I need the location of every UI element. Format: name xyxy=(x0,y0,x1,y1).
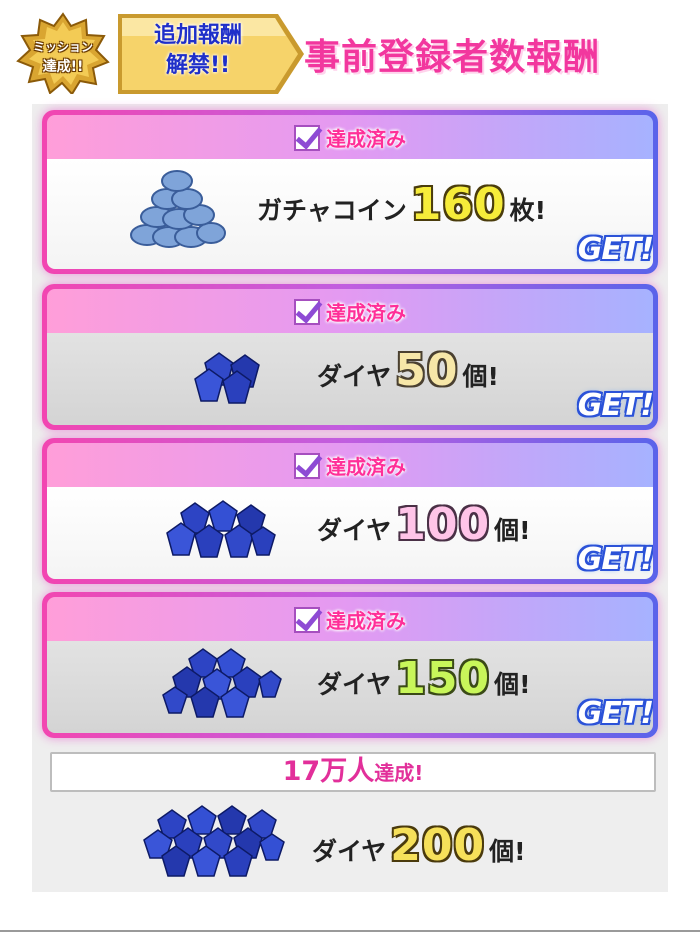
reward-item-name: ガチャコイン xyxy=(257,196,407,225)
reward-panel-diamond-100: 達成済み ダイヤ100 個! GET! xyxy=(42,438,658,584)
reward-amount: 160 xyxy=(410,179,506,230)
status-achieved: 達成済み xyxy=(47,605,653,634)
diamond-small-icon xyxy=(194,352,260,404)
status-achieved: 達成済み xyxy=(47,123,653,152)
status-achieved: 達成済み xyxy=(47,297,653,326)
reward-unit: 枚! xyxy=(509,196,547,225)
diamond-large-icon xyxy=(162,648,282,718)
get-badge: GET! xyxy=(577,542,653,577)
bonus-unlock-banner: 追加報酬 解禁!! xyxy=(118,14,306,94)
unlock-banner-line2: 解禁!! xyxy=(165,53,231,78)
get-badge: GET! xyxy=(577,232,653,267)
reward-unit: 個! xyxy=(489,837,526,866)
milestone-header: 17万人達成! xyxy=(50,752,656,792)
reward-unit: 個! xyxy=(494,516,531,545)
coin-stack-icon xyxy=(130,170,226,248)
divider xyxy=(0,930,700,932)
reward-list: 達成済み ガチャコイン160 枚! GET! 達成済み ダイヤ50 個! GET… xyxy=(32,104,668,892)
checkbox-checked-icon xyxy=(294,125,320,151)
reward-amount: 150 xyxy=(395,653,491,704)
reward-amount: 50 xyxy=(395,345,459,396)
header: ミッション 達成!! 追加報酬 解禁!! 事前登録者数報酬 xyxy=(0,0,700,104)
checkbox-checked-icon xyxy=(294,453,320,479)
reward-panel-diamond-50: 達成済み ダイヤ50 個! GET! xyxy=(42,284,658,430)
reward-text: ガチャコイン160 枚! xyxy=(257,179,546,230)
reward-panel-coins: 達成済み ガチャコイン160 枚! GET! xyxy=(42,110,658,274)
reward-text: ダイヤ200 個! xyxy=(312,820,526,871)
page-title: 事前登録者数報酬 xyxy=(304,37,601,78)
reward-item-name: ダイヤ xyxy=(312,837,387,866)
milestone-suffix: 達成! xyxy=(374,761,424,785)
diamond-pile-icon xyxy=(143,805,285,877)
unlock-banner-line1: 追加報酬 xyxy=(153,23,242,48)
reward-text: ダイヤ150 個! xyxy=(317,653,531,704)
status-achieved: 達成済み xyxy=(47,451,653,480)
get-badge: GET! xyxy=(577,388,653,423)
diamond-medium-icon xyxy=(166,500,276,558)
reward-item-name: ダイヤ xyxy=(317,362,392,391)
mission-badge-line2: 達成!! xyxy=(42,59,84,75)
reward-text: ダイヤ50 個! xyxy=(317,345,499,396)
reward-text: ダイヤ100 個! xyxy=(317,499,531,550)
mission-badge-line1: ミッション xyxy=(32,40,93,54)
reward-panel-diamond-150: 達成済み ダイヤ150 個! GET! xyxy=(42,592,658,738)
get-badge: GET! xyxy=(577,696,653,731)
reward-item-name: ダイヤ xyxy=(317,516,392,545)
checkbox-checked-icon xyxy=(294,299,320,325)
milestone-reward: ダイヤ200 個! xyxy=(32,804,668,884)
reward-amount: 100 xyxy=(395,499,491,550)
milestone-count: 17万人 xyxy=(282,756,375,787)
reward-item-name: ダイヤ xyxy=(317,670,392,699)
checkbox-checked-icon xyxy=(294,607,320,633)
reward-unit: 個! xyxy=(462,362,499,391)
reward-unit: 個! xyxy=(494,670,531,699)
reward-amount: 200 xyxy=(390,820,486,871)
mission-complete-badge: ミッション 達成!! xyxy=(16,12,110,94)
